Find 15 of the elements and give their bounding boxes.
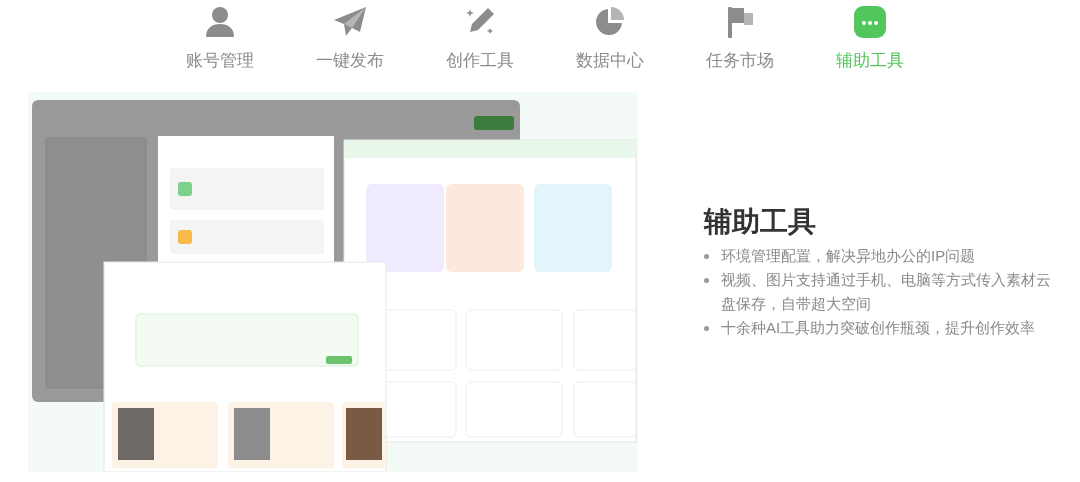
feature-bullet-text: 环境管理配置，解决异地办公的IP问题 <box>721 245 976 266</box>
paper-plane-icon <box>333 6 367 38</box>
pie-chart-icon <box>594 6 626 38</box>
category-tab[interactable]: 一键发布 <box>302 4 398 74</box>
feature-bullet-text: 视频、图片支持通过手机、电脑等方式传入素材云盘保存，自带超大空间 <box>721 269 1052 314</box>
category-tab[interactable]: 辅助工具 <box>822 4 918 74</box>
feature-title: 辅助工具 <box>704 204 817 239</box>
category-tab[interactable]: 数据中心 <box>562 4 658 74</box>
person-icon <box>205 6 235 38</box>
flag-icon <box>725 5 755 39</box>
category-tab[interactable]: 创作工具 <box>432 4 528 74</box>
category-tab[interactable]: 任务市场 <box>692 4 788 74</box>
chat-dots-icon <box>854 6 886 38</box>
category-tab[interactable]: 账号管理 <box>172 4 268 74</box>
feature-bullet-text: 十余种AI工具助力突破创作瓶颈，提升创作效率 <box>721 317 1036 338</box>
